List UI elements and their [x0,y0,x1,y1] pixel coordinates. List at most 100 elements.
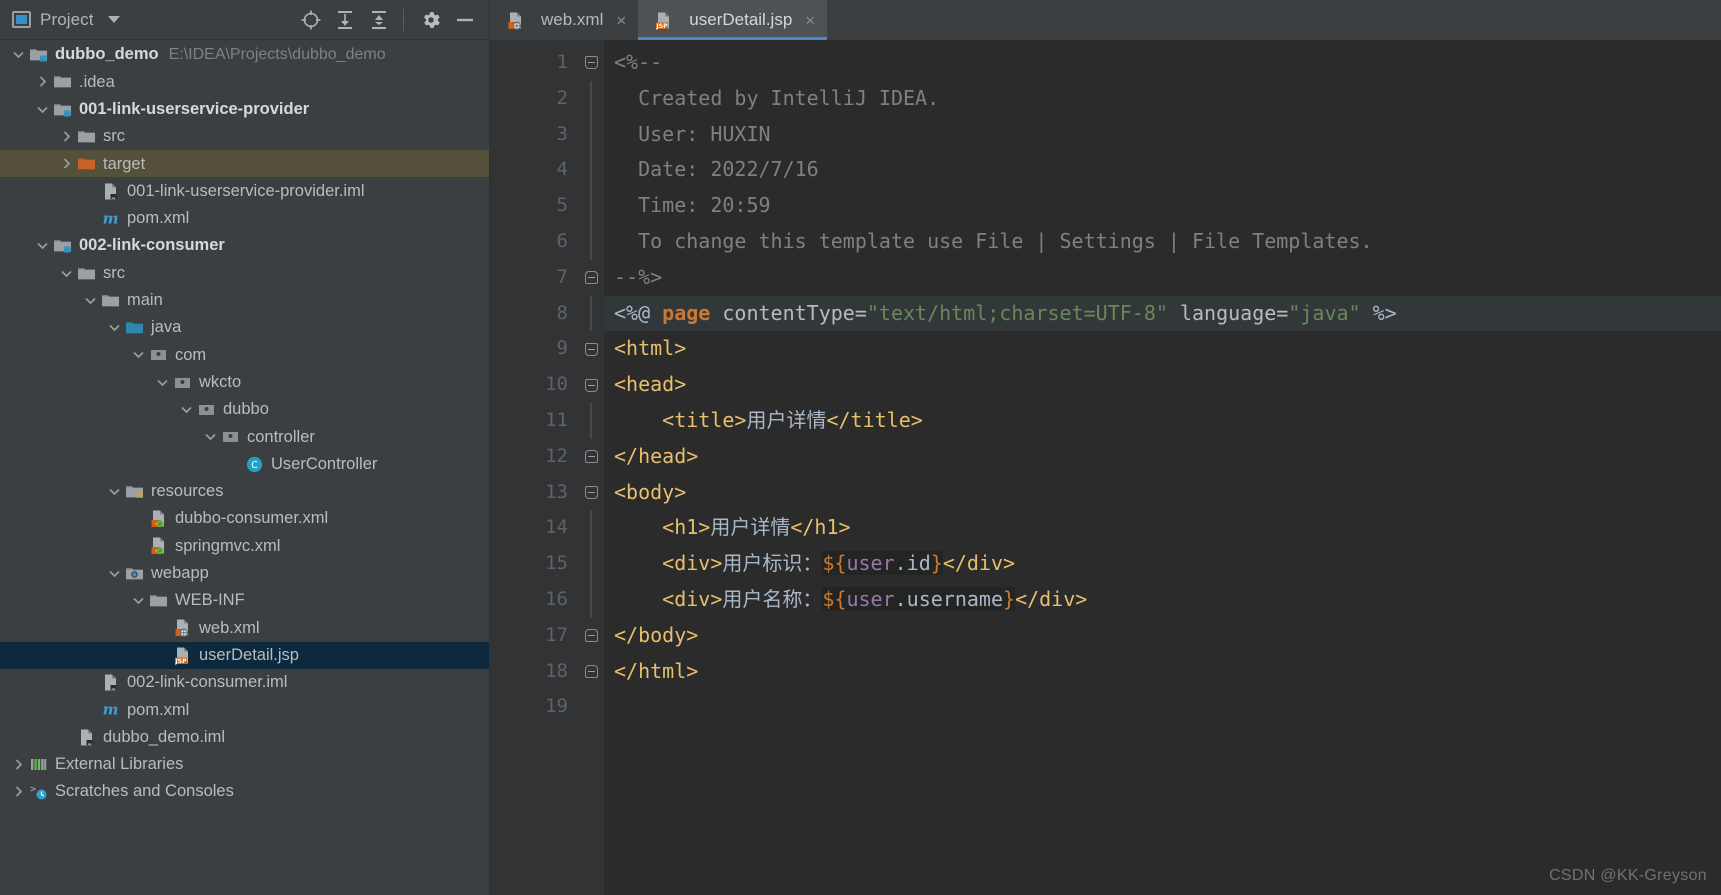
line-number: 14 [545,516,568,539]
code-token: <head> [614,372,687,397]
tree-node-controller[interactable]: controller [0,423,489,450]
tree-node-label: External Libraries [55,755,184,774]
code-line[interactable]: Time: 20:59 [604,188,1721,224]
code-line[interactable]: <html> [604,331,1721,367]
code-line[interactable]: <%@ page contentType="text/html;charset=… [604,295,1721,332]
code-line[interactable]: <%-- [604,45,1721,81]
chevron-down-icon[interactable] [58,265,75,282]
code-token: </h1> [790,515,851,540]
tree-node-002-link-consumer[interactable]: 002-link-consumer [0,232,489,259]
code-editor[interactable]: 1 2 3 4 5 6 7 8 9 10 11 12 13 14 15 16 17 18 19 <%-- Creat… [490,40,1721,895]
tree-node-target[interactable]: target [0,150,489,178]
tree-node-src[interactable]: src [0,123,489,150]
folder-orange-icon [77,154,96,173]
tree-node-001-link-userservice-provider-iml[interactable]: 001-link-userservice-provider.iml [0,177,489,204]
chevron-down-icon[interactable] [34,237,51,254]
settings-gear-icon[interactable] [417,6,445,34]
project-tree[interactable]: dubbo_demo E:\IDEA\Projects\dubbo_demo .id… [0,40,489,895]
close-icon[interactable]: × [805,12,815,29]
tree-node-webapp[interactable]: webapp [0,560,489,587]
tree-node-dubbo-consumer-xml[interactable]: < dubbo-consumer.xml [0,505,489,532]
fold-marker-close[interactable] [578,260,604,296]
jsp-file-icon: JSP [654,11,673,30]
fold-marker-open[interactable] [578,331,604,367]
chevron-right-icon[interactable] [10,783,27,800]
tree-node-userdetail-jsp[interactable]: JSP userDetail.jsp [0,641,489,669]
collapse-all-icon[interactable] [365,6,393,34]
chevron-down-icon[interactable] [106,483,123,500]
code-line[interactable]: <div>用户标识：${user.id}</div> [604,546,1721,582]
tree-node-usercontroller[interactable]: C UserController [0,450,489,477]
tree-node-web-xml[interactable]: < web.xml [0,614,489,641]
code-line[interactable]: <title>用户详情</title> [604,403,1721,439]
tree-node-web-inf[interactable]: WEB-INF [0,587,489,614]
tree-node-pom-xml[interactable]: m pom.xml [0,205,489,232]
tree-node-dubbo-demo[interactable]: dubbo_demo E:\IDEA\Projects\dubbo_demo [0,41,489,68]
code-line[interactable]: Date: 2022/7/16 [604,152,1721,188]
chevron-down-icon[interactable] [107,16,120,23]
tree-node-idea[interactable]: .idea [0,68,489,95]
tree-node-001-link-userservice-provider[interactable]: 001-link-userservice-provider [0,96,489,123]
chevron-right-icon[interactable] [58,128,75,145]
tree-node-resources[interactable]: resources [0,478,489,505]
code-line[interactable]: Created by IntelliJ IDEA. [604,81,1721,117]
chevron-right-icon[interactable] [34,73,51,90]
close-icon[interactable]: × [616,12,626,29]
code-line[interactable]: <body> [604,475,1721,511]
fold-marker-close[interactable] [578,654,604,690]
tree-node-springmvc-xml[interactable]: < springmvc.xml [0,532,489,559]
chevron-down-icon[interactable] [34,101,51,118]
chevron-down-icon[interactable] [106,565,123,582]
chevron-down-icon[interactable] [154,374,171,391]
code-line[interactable]: </head> [604,439,1721,475]
code-folding-gutter[interactable] [578,40,604,895]
tree-node-main[interactable]: main [0,287,489,314]
tree-node-wkcto[interactable]: wkcto [0,369,489,396]
tree-node-002-link-consumer-iml[interactable]: 002-link-consumer.iml [0,669,489,696]
fold-marker-close[interactable] [578,439,604,475]
line-number: 19 [545,695,568,718]
expand-all-icon[interactable] [331,6,359,34]
code-token: <body> [614,479,687,504]
tree-node-java[interactable]: java [0,314,489,341]
chevron-down-icon[interactable] [106,319,123,336]
tree-node-scratches-and-consoles[interactable]: >_ Scratches and Consoles [0,778,489,805]
chevron-right-icon[interactable] [10,756,27,773]
hide-tool-window-icon[interactable] [451,6,479,34]
tree-node-com[interactable]: com [0,341,489,368]
chevron-down-icon[interactable] [130,346,147,363]
chevron-down-icon[interactable] [202,428,219,445]
folder-icon [101,291,120,310]
fold-marker-open[interactable] [578,475,604,511]
code-line[interactable]: </body> [604,618,1721,654]
chevron-down-icon[interactable] [82,292,99,309]
code-line[interactable]: <head> [604,367,1721,403]
tree-node-dubbo[interactable]: dubbo [0,396,489,423]
code-line[interactable]: --%> [604,260,1721,296]
editor-tab-bar[interactable]: < web.xml × JSP userDetail.jsp × [490,0,1721,40]
chevron-right-icon[interactable] [58,155,75,172]
locate-icon[interactable] [297,6,325,34]
chevron-down-icon[interactable] [178,401,195,418]
code-line[interactable]: <h1>用户详情</h1> [604,510,1721,546]
tree-node-external-libraries[interactable]: External Libraries [0,751,489,778]
line-number: 3 [556,122,568,145]
chevron-down-icon[interactable] [130,592,147,609]
code-content[interactable]: <%-- Created by IntelliJ IDEA. User: HUX… [604,40,1721,895]
tree-node-src[interactable]: src [0,259,489,286]
code-line[interactable]: <div>用户名称：${user.username}</div> [604,582,1721,618]
line-number: 11 [545,408,568,431]
code-line[interactable] [604,689,1721,725]
fold-marker-close[interactable] [578,618,604,654]
editor-tab-web-xml[interactable]: < web.xml × [490,0,639,40]
fold-marker-open[interactable] [578,45,604,81]
code-token: --%> [614,264,663,289]
editor-tab-userdetail-jsp[interactable]: JSP userDetail.jsp × [638,0,828,40]
code-line[interactable]: To change this template use File | Setti… [604,224,1721,260]
tree-node-dubbo-demo-iml[interactable]: dubbo_demo.iml [0,723,489,750]
code-line[interactable]: User: HUXIN [604,117,1721,153]
chevron-down-icon[interactable] [10,46,27,63]
code-line[interactable]: </html> [604,654,1721,690]
fold-marker-open[interactable] [578,367,604,403]
tree-node-pom-xml[interactable]: m pom.xml [0,696,489,723]
